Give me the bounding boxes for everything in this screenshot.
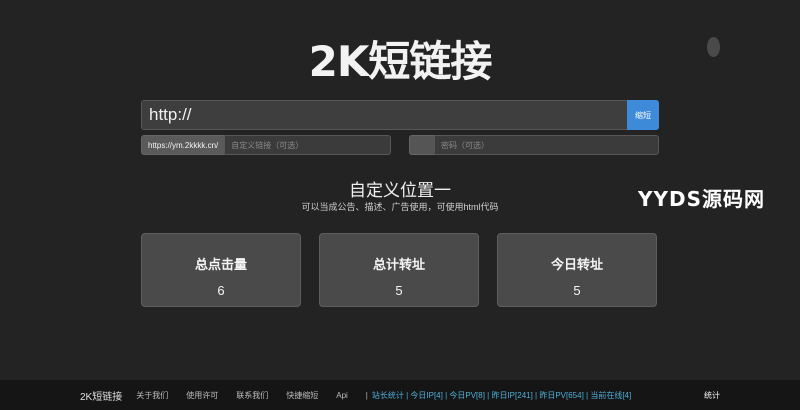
domain-prefix: https://ym.2kkkk.cn/: [141, 135, 225, 155]
stat-label: 总计转址: [372, 257, 425, 272]
shorten-button[interactable]: 缩短: [627, 100, 659, 130]
url-input[interactable]: [141, 100, 627, 130]
stat-card-total-clicks: 总点击量 6: [141, 233, 301, 307]
stat-card-today-redirects: 今日转址 5: [497, 233, 657, 307]
status-dot: [707, 37, 720, 57]
password-prefix: [409, 135, 434, 155]
stats-button[interactable]: 统计: [704, 390, 720, 401]
stat-label: 今日转址: [550, 257, 603, 272]
footer-brand[interactable]: 2K短链接: [80, 388, 122, 403]
footer-link-license[interactable]: 使用许可: [186, 390, 218, 401]
footer-link-api[interactable]: Api: [336, 391, 348, 400]
stat-value: 5: [573, 283, 581, 298]
password-input[interactable]: [434, 135, 659, 155]
custom-link-group: https://ym.2kkkk.cn/: [141, 135, 391, 155]
footer-link-contact[interactable]: 联系我们: [236, 390, 268, 401]
page-title: 2K短链接: [308, 37, 493, 86]
stat-value: 6: [217, 283, 225, 298]
footer-stats[interactable]: 站长统计 | 今日IP[4] | 今日PV[8] | 昨日IP[241] | 昨…: [372, 390, 631, 401]
footer: 2K短链接 关于我们 使用许可 联系我们 快捷缩短 Api | 站长统计 | 今…: [0, 380, 800, 410]
url-input-group: 缩短: [141, 100, 659, 130]
footer-link-quick-shorten[interactable]: 快捷缩短: [286, 390, 318, 401]
custom-link-input[interactable]: [224, 135, 391, 155]
stat-value: 5: [395, 283, 403, 298]
stat-label: 总点击量: [194, 257, 247, 272]
stat-card-total-redirects: 总计转址 5: [319, 233, 479, 307]
watermark: YYDS源码网: [638, 187, 765, 211]
footer-separator: |: [365, 390, 368, 400]
password-group: [409, 135, 659, 155]
footer-link-about[interactable]: 关于我们: [136, 390, 168, 401]
